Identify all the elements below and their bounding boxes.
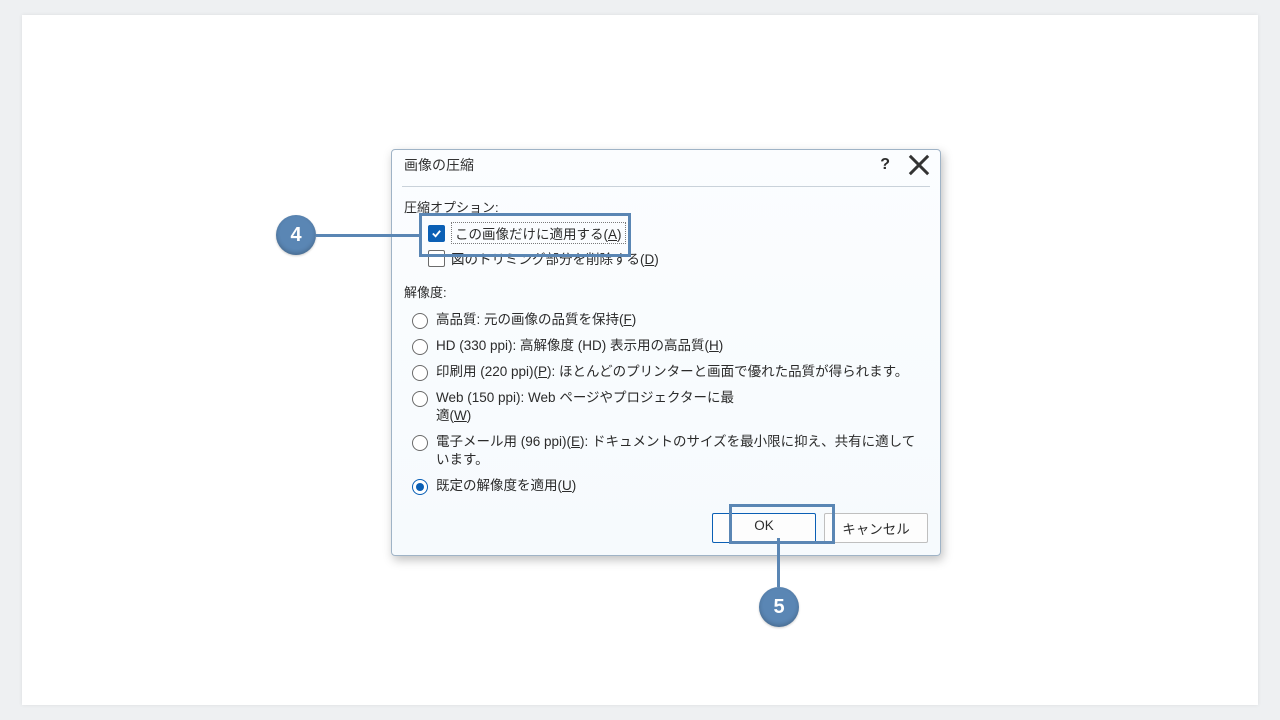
checkbox-delete-crop[interactable] [428,250,445,267]
radio-default-label: 既定の解像度を適用(U) [436,477,576,495]
radio-hd-label: HD (330 ppi): 高解像度 (HD) 表示用の高品質(H) [436,337,723,355]
radio-print-label: 印刷用 (220 ppi)(P): ほとんどのプリンターと画面で優れた品質が得ら… [436,363,908,381]
compress-pictures-dialog: 画像の圧縮 ? 圧縮オプション: この画像だけに適用する(A) 図のトリミング部… [391,149,941,556]
radio-print-input[interactable] [412,365,428,381]
checkbox-delete-crop-label: 図のトリミング部分を削除する(D) [451,248,659,268]
radio-default[interactable]: 既定の解像度を適用(U) [412,477,940,495]
checkbox-apply-only-label: この画像だけに適用する(A) [451,222,626,244]
radio-email[interactable]: 電子メール用 (96 ppi)(E): ドキュメントのサイズを最小限に抑え、共有… [412,433,940,469]
close-icon[interactable] [908,154,930,176]
dialog-button-row: OK キャンセル [392,503,940,555]
checkbox-apply-only-row[interactable]: この画像だけに適用する(A) [428,222,940,244]
checkbox-delete-crop-row[interactable]: 図のトリミング部分を削除する(D) [428,248,940,268]
callout-line-5 [777,538,780,587]
radio-email-input[interactable] [412,435,428,451]
checkbox-apply-only[interactable] [428,225,445,242]
radio-web-input[interactable] [412,391,428,407]
radio-web[interactable]: Web (150 ppi): Web ページやプロジェクターに最適(W) [412,389,940,425]
radio-print[interactable]: 印刷用 (220 ppi)(P): ほとんどのプリンターと画面で優れた品質が得ら… [412,363,940,381]
radio-default-input[interactable] [412,479,428,495]
cancel-button[interactable]: キャンセル [824,513,928,543]
radio-web-label: Web (150 ppi): Web ページやプロジェクターに最適(W) [436,389,736,425]
ok-button[interactable]: OK [712,513,816,543]
divider [402,186,930,187]
radio-email-label: 電子メール用 (96 ppi)(E): ドキュメントのサイズを最小限に抑え、共有… [436,433,916,469]
callout-badge-5: 5 [759,587,799,627]
dialog-titlebar: 画像の圧縮 ? [392,150,940,186]
radio-high-quality-input[interactable] [412,313,428,329]
radio-high-quality-label: 高品質: 元の画像の品質を保持(F) [436,311,636,329]
section-resolution: 解像度: [392,278,940,303]
help-icon[interactable]: ? [880,156,890,174]
radio-hd[interactable]: HD (330 ppi): 高解像度 (HD) 表示用の高品質(H) [412,337,940,355]
dialog-title: 画像の圧縮 [404,155,474,175]
callout-line-4 [316,234,421,237]
section-compress-options: 圧縮オプション: [392,193,940,218]
callout-badge-4: 4 [276,215,316,255]
radio-high-quality[interactable]: 高品質: 元の画像の品質を保持(F) [412,311,940,329]
page-card: 画像の圧縮 ? 圧縮オプション: この画像だけに適用する(A) 図のトリミング部… [22,15,1258,705]
radio-hd-input[interactable] [412,339,428,355]
